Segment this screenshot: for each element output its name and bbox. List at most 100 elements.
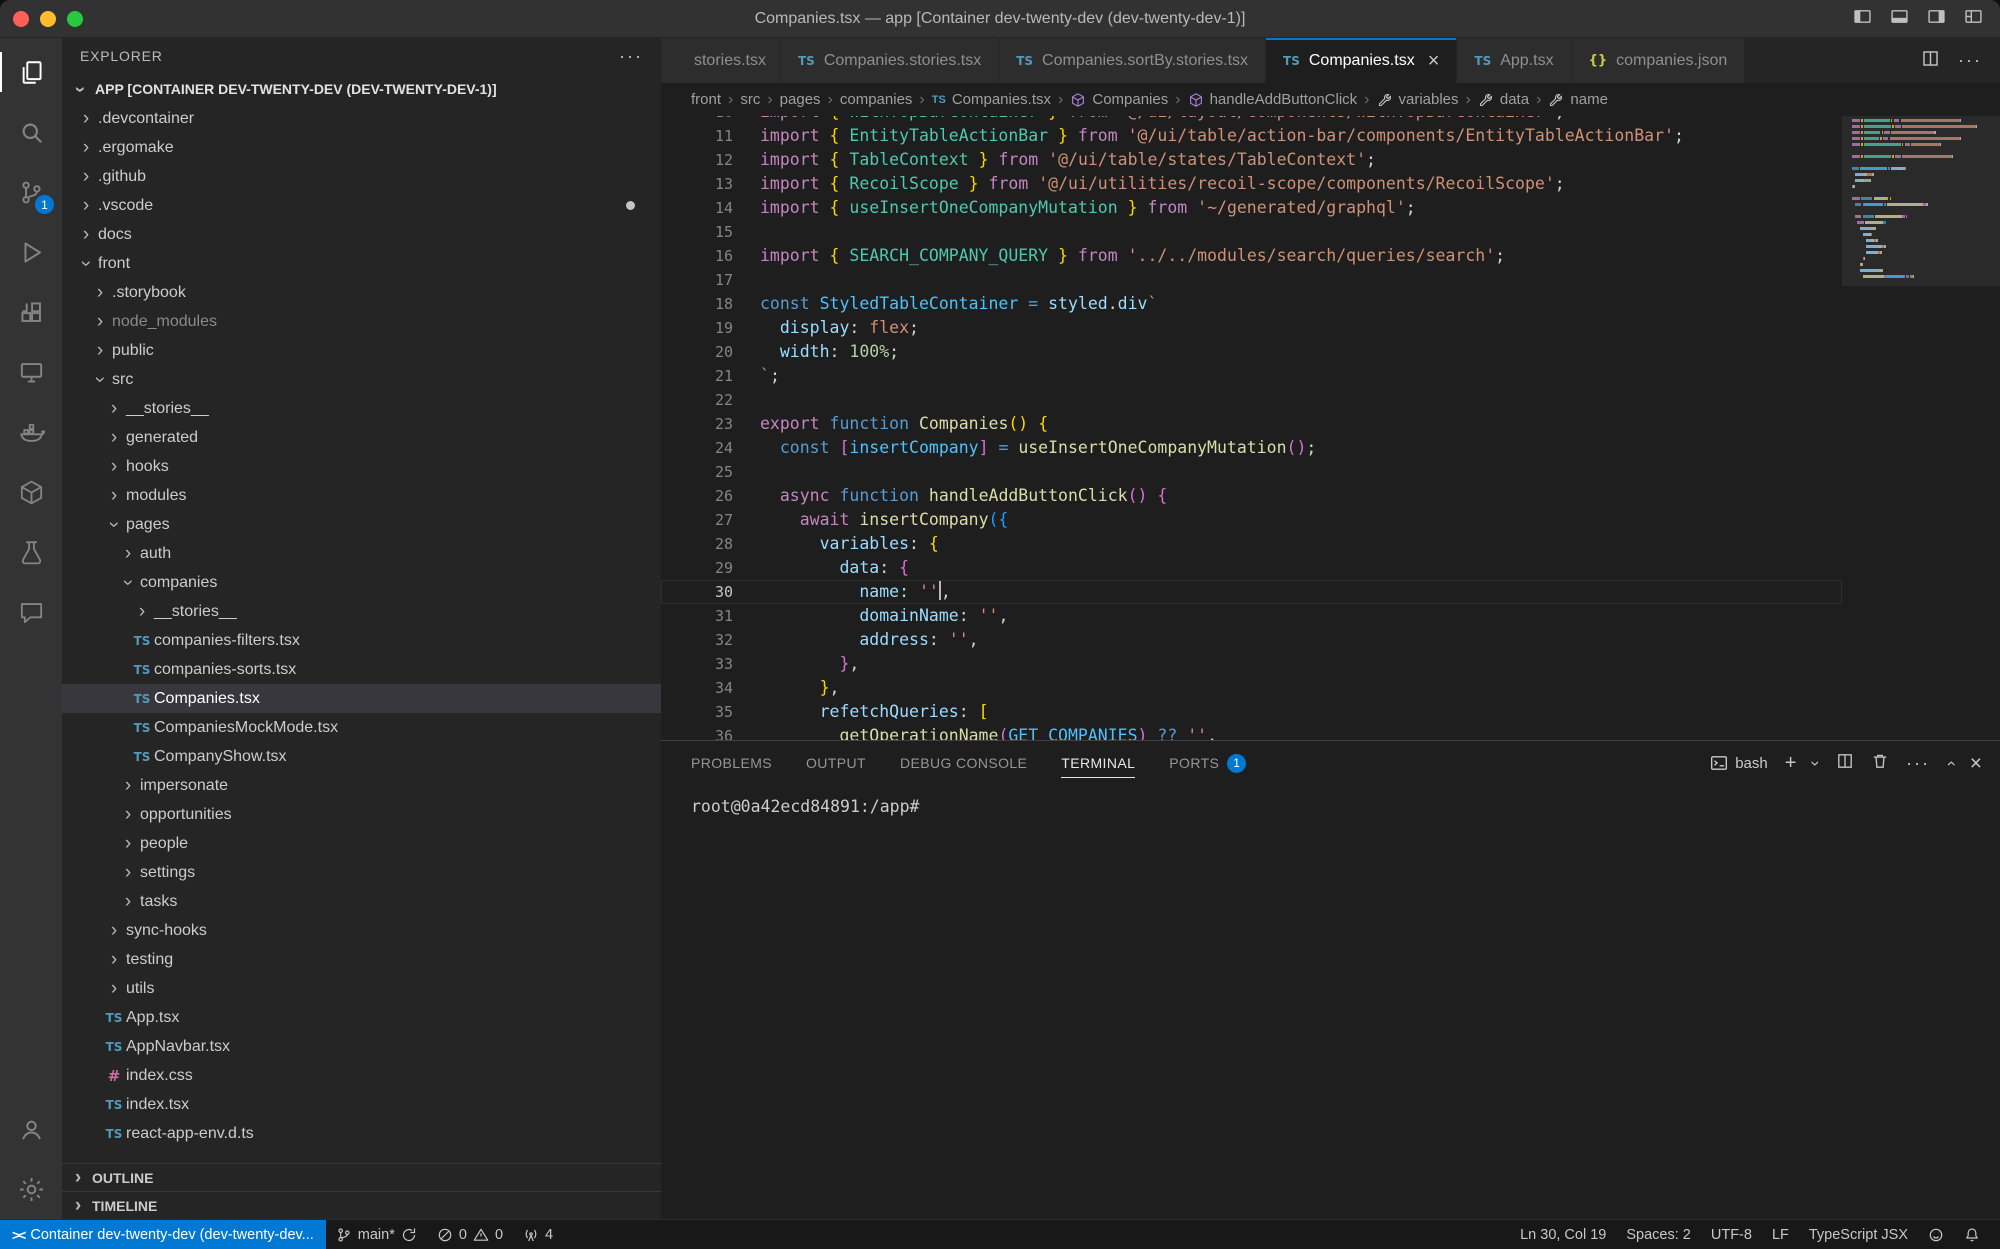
split-terminal-icon[interactable]: [1836, 752, 1854, 775]
toggle-secondary-sidebar-icon[interactable]: [1926, 6, 1947, 32]
breadcrumb-item[interactable]: companies: [840, 91, 913, 108]
split-editor-icon[interactable]: [1921, 49, 1940, 73]
search-icon[interactable]: [0, 102, 62, 162]
panel-more-actions-icon[interactable]: ···: [1906, 753, 1930, 774]
remote-indicator[interactable]: >< Container dev-twenty-dev (dev-twenty-…: [0, 1220, 326, 1249]
tree-item[interactable]: TSreact-app-env.d.ts: [62, 1119, 661, 1148]
breadcrumb-item[interactable]: name: [1548, 91, 1608, 108]
cursor-position-indicator[interactable]: Ln 30, Col 19: [1510, 1220, 1616, 1249]
branch-indicator[interactable]: main*: [326, 1220, 427, 1249]
problems-indicator[interactable]: 0 0: [427, 1220, 513, 1249]
tree-item[interactable]: TScompanies-sorts.tsx: [62, 655, 661, 684]
maximize-panel-icon[interactable]: ›: [1941, 760, 1958, 766]
tree-item[interactable]: ›.github: [62, 162, 661, 191]
editor-tab[interactable]: TSApp.tsx: [1457, 38, 1571, 83]
package-icon[interactable]: [0, 462, 62, 522]
breadcrumb-item[interactable]: src: [740, 91, 760, 108]
panel-tab-terminal[interactable]: TERMINAL: [1061, 741, 1135, 785]
terminal-dropdown-icon[interactable]: ›: [1808, 760, 1825, 766]
tree-item[interactable]: TSindex.tsx: [62, 1090, 661, 1119]
breadcrumb-item[interactable]: TSCompanies.tsx: [932, 91, 1051, 108]
tree-item[interactable]: ›modules: [62, 481, 661, 510]
tree-item[interactable]: ›.devcontainer: [62, 104, 661, 133]
tree-item[interactable]: ›companies: [62, 568, 661, 597]
tree-item[interactable]: ›opportunities: [62, 800, 661, 829]
terminal-shell-selector[interactable]: bash: [1710, 754, 1768, 772]
tree-item[interactable]: ›__stories__: [62, 597, 661, 626]
source-control-icon[interactable]: 1: [0, 162, 62, 222]
explorer-icon[interactable]: [0, 42, 62, 102]
new-terminal-icon[interactable]: +: [1785, 752, 1797, 775]
settings-gear-icon[interactable]: [0, 1159, 62, 1219]
minimize-window-button[interactable]: [40, 11, 56, 27]
customize-layout-icon[interactable]: [1963, 6, 1984, 32]
encoding-indicator[interactable]: UTF-8: [1701, 1220, 1762, 1249]
toggle-primary-sidebar-icon[interactable]: [1852, 6, 1873, 32]
breadcrumb-item[interactable]: pages: [780, 91, 821, 108]
close-panel-icon[interactable]: ×: [1970, 753, 1982, 774]
editor-tab[interactable]: {}companies.json: [1572, 38, 1746, 83]
breadcrumb-item[interactable]: data: [1478, 91, 1529, 108]
breadcrumb-item[interactable]: variables: [1377, 91, 1459, 108]
run-and-debug-icon[interactable]: [0, 222, 62, 282]
editor-tab[interactable]: TSCompanies.sortBy.stories.tsx: [999, 38, 1266, 83]
breadcrumb-item[interactable]: front: [691, 91, 721, 108]
language-mode-indicator[interactable]: TypeScript JSX: [1799, 1220, 1918, 1249]
tree-item[interactable]: TSCompanies.tsx: [62, 684, 661, 713]
panel-tab-debug-console[interactable]: DEBUG CONSOLE: [900, 741, 1027, 785]
breadcrumb-item[interactable]: Companies: [1070, 91, 1168, 108]
explorer-more-actions-icon[interactable]: ···: [619, 46, 643, 67]
tree-item[interactable]: ›hooks: [62, 452, 661, 481]
close-tab-icon[interactable]: ×: [1428, 51, 1440, 71]
comments-icon[interactable]: [0, 582, 62, 642]
tree-item[interactable]: TSCompaniesMockMode.tsx: [62, 713, 661, 742]
tree-item[interactable]: ›settings: [62, 858, 661, 887]
editor-more-actions-icon[interactable]: ···: [1958, 50, 1982, 71]
tree-item[interactable]: ›testing: [62, 945, 661, 974]
code-editor[interactable]: 10import { WithTopBarContainer } from '@…: [661, 116, 2000, 740]
extensions-icon[interactable]: [0, 282, 62, 342]
tree-item[interactable]: ›node_modules: [62, 307, 661, 336]
panel-tab-problems[interactable]: PROBLEMS: [691, 741, 772, 785]
eol-indicator[interactable]: LF: [1762, 1220, 1799, 1249]
tree-item[interactable]: TSAppNavbar.tsx: [62, 1032, 661, 1061]
breadcrumb-item[interactable]: handleAddButtonClick: [1188, 91, 1358, 108]
docker-icon[interactable]: [0, 402, 62, 462]
tree-item[interactable]: ›front: [62, 249, 661, 278]
tree-item[interactable]: ›generated: [62, 423, 661, 452]
tree-item[interactable]: TSApp.tsx: [62, 1003, 661, 1032]
tree-item[interactable]: ›utils: [62, 974, 661, 1003]
toggle-panel-icon[interactable]: [1889, 6, 1910, 32]
tree-item[interactable]: #index.css: [62, 1061, 661, 1090]
editor-tab[interactable]: TSCompanies.tsx×: [1266, 38, 1457, 83]
editor-tab[interactable]: TSCompanies.stories.tsx: [781, 38, 999, 83]
tree-item[interactable]: ›.storybook: [62, 278, 661, 307]
tree-item[interactable]: ›.ergomake: [62, 133, 661, 162]
zoom-window-button[interactable]: [67, 11, 83, 27]
kill-terminal-trash-icon[interactable]: [1871, 752, 1889, 775]
terminal-output[interactable]: root@0a42ecd84891:/app#: [661, 785, 2000, 1219]
timeline-section-header[interactable]: › TIMELINE: [62, 1191, 661, 1219]
notifications-bell-icon[interactable]: [1954, 1220, 1990, 1249]
ports-indicator[interactable]: 4: [513, 1220, 563, 1249]
tree-item[interactable]: ›auth: [62, 539, 661, 568]
test-beaker-icon[interactable]: [0, 522, 62, 582]
tree-item[interactable]: TScompanies-filters.tsx: [62, 626, 661, 655]
tree-item[interactable]: ›__stories__: [62, 394, 661, 423]
editor-tab[interactable]: stories.tsx: [661, 38, 781, 83]
explorer-section-header[interactable]: › APP [CONTAINER DEV-TWENTY-DEV (DEV-TWE…: [62, 74, 661, 104]
tree-item[interactable]: TSCompanyShow.tsx: [62, 742, 661, 771]
outline-section-header[interactable]: › OUTLINE: [62, 1163, 661, 1191]
tree-item[interactable]: ›sync-hooks: [62, 916, 661, 945]
tree-item[interactable]: ›docs: [62, 220, 661, 249]
indentation-indicator[interactable]: Spaces: 2: [1616, 1220, 1701, 1249]
close-window-button[interactable]: [13, 11, 29, 27]
tree-item[interactable]: ›public: [62, 336, 661, 365]
panel-tab-ports[interactable]: PORTS1: [1169, 741, 1246, 785]
feedback-smiley-icon[interactable]: [1918, 1220, 1954, 1249]
tree-item[interactable]: ›impersonate: [62, 771, 661, 800]
remote-explorer-icon[interactable]: [0, 342, 62, 402]
panel-tab-output[interactable]: OUTPUT: [806, 741, 866, 785]
tree-item[interactable]: ›people: [62, 829, 661, 858]
tree-item[interactable]: ›tasks: [62, 887, 661, 916]
